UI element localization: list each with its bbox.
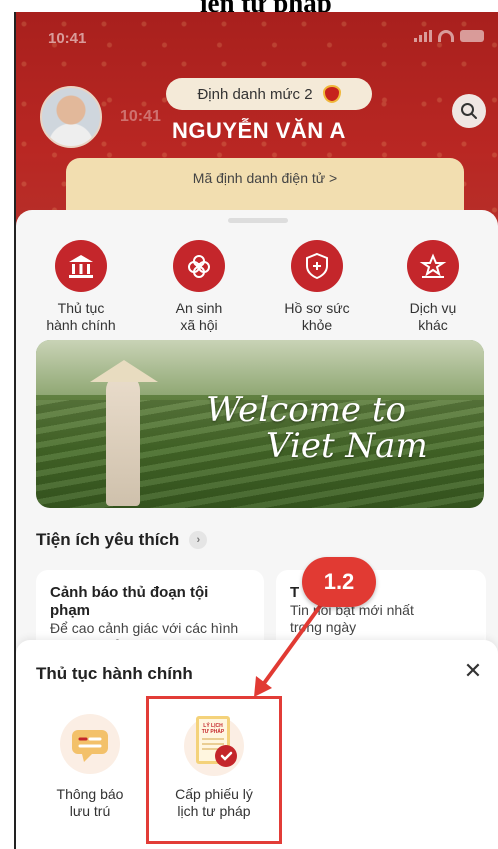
quick-action-administrative[interactable]: Thủ tục hành chính xyxy=(26,240,136,334)
notification-message-icon xyxy=(58,712,122,776)
highlight-box xyxy=(146,696,282,844)
quick-action-label: Hồ sơ sức khỏe xyxy=(284,300,350,333)
profile-header: 10:41 10:41 Định danh mức 2 NGUYỄN VĂN A… xyxy=(16,12,498,242)
card-title: Cảnh báo thủ đoạn tội phạm xyxy=(50,584,209,619)
chevron-right-icon: › xyxy=(189,531,208,549)
ghost-time: 10:41 xyxy=(120,108,161,125)
conical-hat xyxy=(90,360,158,382)
quick-action-other-services[interactable]: Dịch vụ khác xyxy=(378,240,488,334)
phone-screen: 10:41 10:41 Định danh mức 2 NGUYỄN VĂN A… xyxy=(14,12,498,849)
quick-action-label: Dịch vụ khác xyxy=(409,300,457,333)
status-time: 10:41 xyxy=(48,30,87,47)
welcome-text: Welcome to Viet Nam xyxy=(206,390,428,466)
shield-icon xyxy=(322,85,341,103)
more-services-icon xyxy=(407,240,459,292)
administrative-procedures-sheet: Thủ tục hành chính ✕ Thông báo lưu trú L… xyxy=(16,640,498,849)
avatar[interactable] xyxy=(40,86,102,148)
search-icon xyxy=(461,103,477,119)
battery-icon xyxy=(460,30,484,42)
sheet-handle[interactable] xyxy=(228,218,288,223)
sheet-title: Thủ tục hành chính xyxy=(36,664,193,683)
favorites-heading[interactable]: Tiện ích yêu thích › xyxy=(36,530,208,550)
quick-action-social-security[interactable]: An sinh xã hội xyxy=(144,240,254,334)
woman-figure xyxy=(106,374,140,506)
welcome-banner[interactable]: Welcome to Viet Nam xyxy=(36,340,484,508)
quick-action-label: An sinh xã hội xyxy=(175,300,223,333)
service-residence-notice[interactable]: Thông báo lưu trú xyxy=(30,712,150,820)
service-label: Thông báo lưu trú xyxy=(56,786,124,819)
flower-icon xyxy=(173,240,225,292)
wifi-icon xyxy=(438,30,454,42)
step-badge: 1.2 xyxy=(302,557,376,607)
quick-action-label: Thủ tục hành chính xyxy=(46,300,116,333)
card-description: Tin nổi bật mới nhất trong ngày xyxy=(290,602,414,635)
temple-icon xyxy=(55,240,107,292)
search-button[interactable] xyxy=(452,94,486,128)
close-icon: ✕ xyxy=(463,658,483,683)
signal-icon xyxy=(414,30,432,42)
status-icons xyxy=(414,30,484,42)
identity-level-label: Định danh mức 2 xyxy=(197,85,313,103)
electronic-id-label: Mã định danh điện tử > xyxy=(192,170,338,186)
quick-action-health-record[interactable]: Hồ sơ sức khỏe xyxy=(262,240,372,334)
identity-level-badge[interactable]: Định danh mức 2 xyxy=(166,78,372,110)
user-name: NGUYỄN VĂN A xyxy=(172,118,346,143)
health-shield-icon xyxy=(291,240,343,292)
favorites-title: Tiện ích yêu thích xyxy=(36,530,180,549)
close-button[interactable]: ✕ xyxy=(458,656,488,686)
